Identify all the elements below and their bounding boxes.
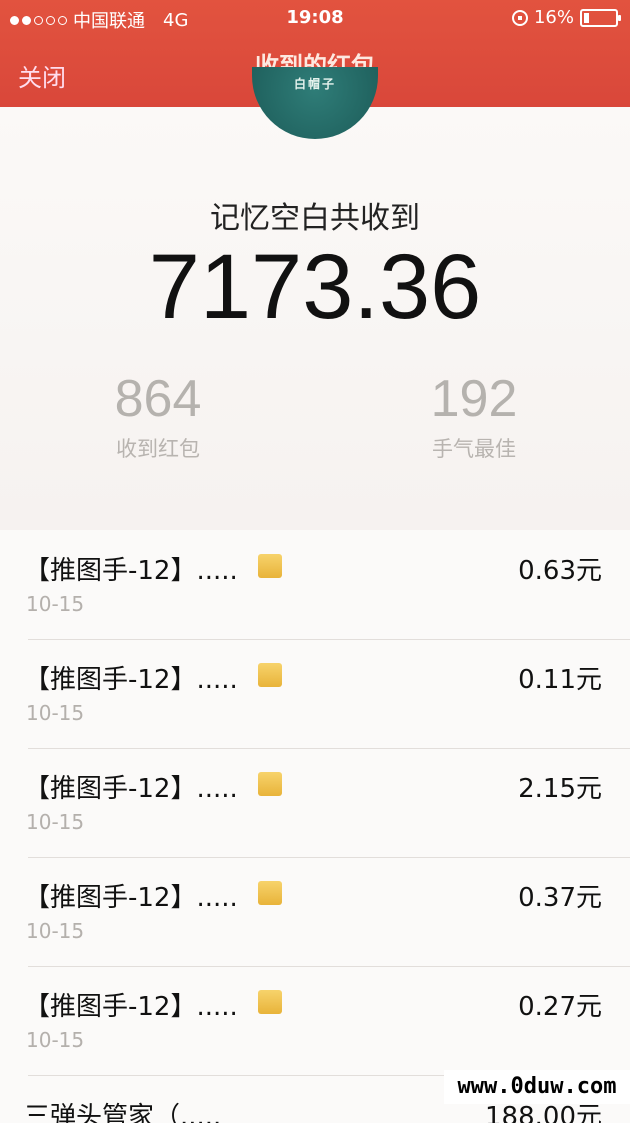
sender-name: 【推图手-12】.....	[24, 774, 238, 804]
item-date: 10-15	[26, 592, 85, 616]
sender-name: 【推图手-12】.....	[24, 556, 238, 586]
watermark: www.0duw.com	[444, 1070, 630, 1104]
battery-percent: 16%	[533, 7, 574, 28]
battery-icon	[580, 8, 621, 27]
total-label: 记忆空白共收到	[210, 201, 420, 236]
item-date: 10-15	[26, 810, 85, 834]
best-luck-stat: 192 手气最佳	[364, 369, 584, 463]
list-item[interactable]: 【推图手-12】..... 10-15 0.63元	[0, 530, 630, 640]
sender-name: 【推图手-12】.....	[24, 883, 238, 913]
list-item[interactable]: 【推图手-12】..... 10-15 0.11元	[0, 639, 630, 749]
best-luck-label: 手气最佳	[432, 437, 516, 461]
avatar-text: 白帽子	[293, 77, 336, 91]
rotation-lock-icon	[511, 9, 528, 26]
red-packet-list: 【推图手-12】..... 10-15 0.63元 【推图手-12】..... …	[0, 530, 630, 1123]
lucky-badge-icon	[258, 554, 282, 578]
item-date: 10-15	[26, 701, 85, 725]
best-luck-count: 192	[430, 370, 518, 428]
lucky-badge-icon	[258, 663, 282, 687]
status-bar: 中国联通 4G 19:08 16%	[0, 0, 630, 36]
item-amount: 2.15元	[518, 774, 602, 804]
sender-name: 【推图手-12】.....	[24, 665, 238, 695]
sender-name: 【推图手-12】.....	[24, 992, 238, 1022]
total-amount: 7173.36	[148, 236, 482, 338]
lucky-badge-icon	[258, 772, 282, 796]
item-date: 10-15	[26, 1028, 85, 1052]
summary-section: 白帽子 记忆空白共收到 7173.36 864 收到红包 192 手气最佳	[0, 67, 630, 530]
item-amount: 0.63元	[518, 556, 602, 586]
item-amount: 0.27元	[518, 992, 602, 1022]
avatar[interactable]: 白帽子	[252, 67, 378, 139]
received-count: 864	[114, 370, 202, 428]
status-right: 16%	[511, 7, 621, 28]
list-item[interactable]: 【推图手-12】..... 10-15 2.15元	[0, 748, 630, 858]
lucky-badge-icon	[258, 881, 282, 905]
list-item[interactable]: 【推图手-12】..... 10-15 0.27元	[0, 966, 630, 1076]
lucky-badge-icon	[258, 990, 282, 1014]
received-label: 收到红包	[116, 437, 200, 461]
list-item[interactable]: 【推图手-12】..... 10-15 0.37元	[0, 857, 630, 967]
item-amount: 0.11元	[518, 665, 602, 695]
item-date: 10-15	[26, 919, 85, 943]
received-stat: 864 收到红包	[48, 369, 268, 463]
sender-name[interactable]: 三弹头管家（.....	[24, 1096, 221, 1123]
item-amount: 0.37元	[518, 883, 602, 913]
